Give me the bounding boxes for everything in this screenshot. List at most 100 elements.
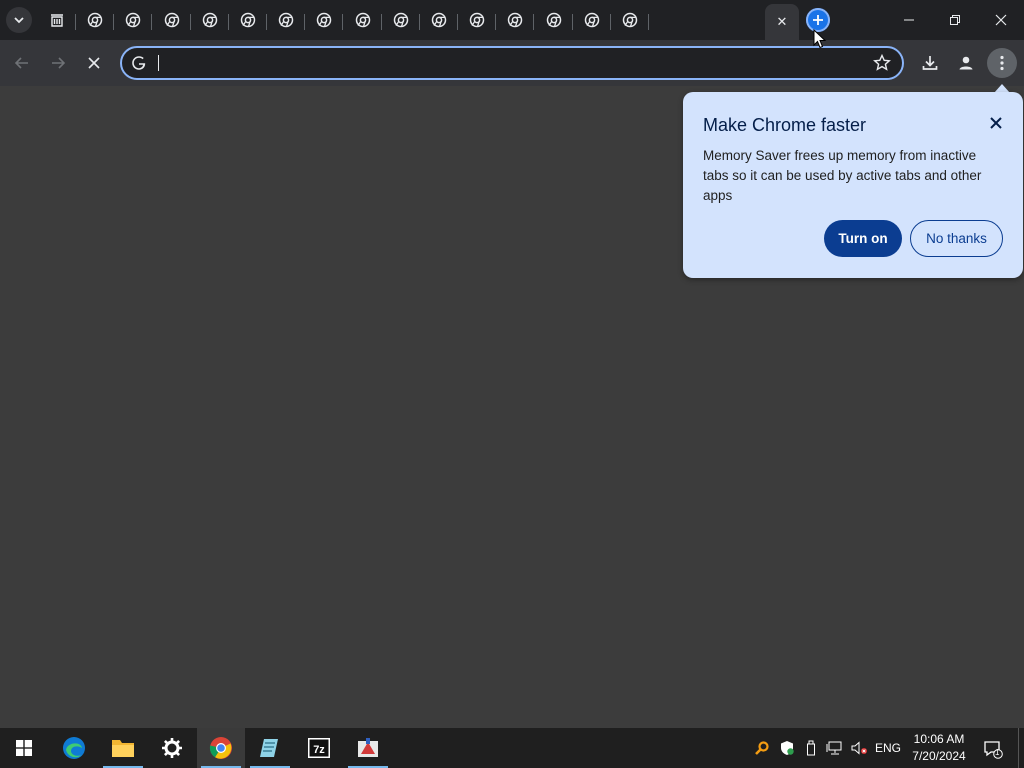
tab[interactable] (573, 4, 611, 36)
tray-usb[interactable] (801, 738, 821, 758)
tab[interactable] (305, 4, 344, 36)
chrome-favicon-icon (546, 12, 561, 28)
no-thanks-button[interactable]: No thanks (910, 220, 1003, 257)
more-vertical-icon (1000, 55, 1004, 71)
folder-icon (112, 740, 134, 757)
close-window-button[interactable] (978, 0, 1024, 40)
tab[interactable] (114, 4, 153, 36)
tab-search-button[interactable] (6, 7, 32, 33)
start-button[interactable] (0, 728, 48, 768)
clock[interactable]: 10:06 AM 7/20/2024 (908, 731, 970, 765)
chrome-favicon-icon (202, 12, 218, 28)
toolbar (0, 40, 1024, 86)
clock-date: 7/20/2024 (912, 749, 966, 763)
arrow-left-icon (14, 57, 28, 69)
tray-security[interactable] (777, 738, 797, 758)
chrome-favicon-icon (431, 12, 447, 28)
chrome-favicon-icon (317, 12, 332, 28)
download-icon (922, 56, 938, 70)
usb-drive-icon (807, 740, 815, 756)
restore-icon (950, 15, 960, 25)
chrome-icon (209, 737, 232, 759)
svg-text:7z: 7z (313, 744, 325, 756)
back-button[interactable] (8, 49, 36, 77)
minimize-icon (904, 19, 914, 21)
chrome-favicon-icon (622, 12, 638, 28)
plus-icon (813, 15, 823, 25)
chrome-favicon-icon (126, 12, 141, 28)
tab[interactable] (611, 4, 649, 36)
close-icon (88, 57, 100, 69)
dialog-description: Memory Saver frees up memory from inacti… (703, 148, 982, 203)
taskbar: 7z ENG 10:06 AM 7/20/2024 1 (0, 728, 1024, 768)
restore-button[interactable] (932, 0, 978, 40)
chrome-favicon-icon (87, 12, 103, 28)
dialog-close-button[interactable] (987, 114, 1005, 132)
tab[interactable] (496, 4, 535, 36)
archive-favicon-icon (51, 14, 63, 27)
dialog-title: Make Chrome faster (703, 115, 867, 135)
taskbar-7zip[interactable]: 7z (295, 728, 343, 768)
tab[interactable] (344, 4, 382, 36)
tab[interactable] (267, 4, 306, 36)
close-icon (990, 117, 1002, 129)
windows-logo-icon (16, 740, 32, 756)
google-g-icon (132, 56, 146, 70)
taskbar-edge[interactable] (50, 728, 98, 768)
stop-loading-button[interactable] (80, 49, 108, 77)
edge-icon (63, 737, 85, 759)
notification-icon (984, 741, 1003, 759)
tab[interactable] (535, 4, 573, 36)
chrome-menu-button[interactable] (987, 48, 1017, 78)
chevron-down-icon (14, 17, 24, 24)
profile-button[interactable] (951, 48, 981, 78)
tab[interactable] (458, 4, 497, 36)
tab[interactable] (38, 4, 76, 36)
tab[interactable] (76, 4, 115, 36)
forward-button[interactable] (44, 49, 72, 77)
7zip-icon: 7z (308, 738, 330, 758)
taskbar-settings[interactable] (148, 728, 196, 768)
screen: ✕ Make Chrome faster Memory Saver frees … (0, 0, 1024, 768)
tray-search-app[interactable] (752, 738, 772, 758)
tab[interactable] (382, 4, 420, 36)
address-bar[interactable] (120, 46, 904, 80)
tab[interactable] (153, 4, 191, 36)
turn-on-button[interactable]: Turn on (824, 220, 902, 257)
notepad-icon (260, 739, 278, 757)
chrome-favicon-icon (584, 12, 600, 28)
tab[interactable] (229, 4, 267, 36)
tab-active[interactable]: ✕ (765, 4, 799, 40)
tray-volume[interactable] (849, 738, 869, 758)
chrome-favicon-icon (393, 12, 409, 28)
minimize-button[interactable] (886, 0, 932, 40)
shield-icon (781, 741, 794, 755)
taskbar-paint[interactable] (344, 728, 392, 768)
downloads-button[interactable] (915, 48, 945, 78)
clock-time: 10:06 AM (913, 732, 965, 746)
taskbar-chrome[interactable] (197, 728, 245, 768)
taskbar-file-explorer[interactable] (99, 728, 147, 768)
magnifier-icon (755, 741, 769, 755)
chrome-favicon-icon (469, 12, 485, 28)
tab-close-icon[interactable]: ✕ (777, 14, 788, 30)
mouse-cursor-icon (813, 29, 827, 49)
action-center-button[interactable]: 1 (982, 738, 1004, 760)
chrome-favicon-icon (508, 12, 523, 28)
tab[interactable] (420, 4, 458, 36)
input-language[interactable]: ENG (875, 741, 901, 755)
tab-strip: ✕ (0, 0, 1024, 40)
network-icon (826, 741, 842, 755)
bookmark-star-icon[interactable] (872, 53, 892, 73)
tray-network[interactable] (825, 738, 845, 758)
arrow-right-icon (52, 57, 66, 69)
chrome-favicon-icon (240, 12, 256, 28)
notification-count: 1 (995, 748, 1000, 757)
show-desktop-button[interactable] (1018, 728, 1020, 768)
close-icon (995, 14, 1007, 26)
tab-separator (648, 14, 649, 30)
profile-icon (959, 56, 973, 70)
taskbar-notepad[interactable] (246, 728, 294, 768)
tab[interactable] (191, 4, 229, 36)
chrome-favicon-icon (164, 12, 179, 28)
